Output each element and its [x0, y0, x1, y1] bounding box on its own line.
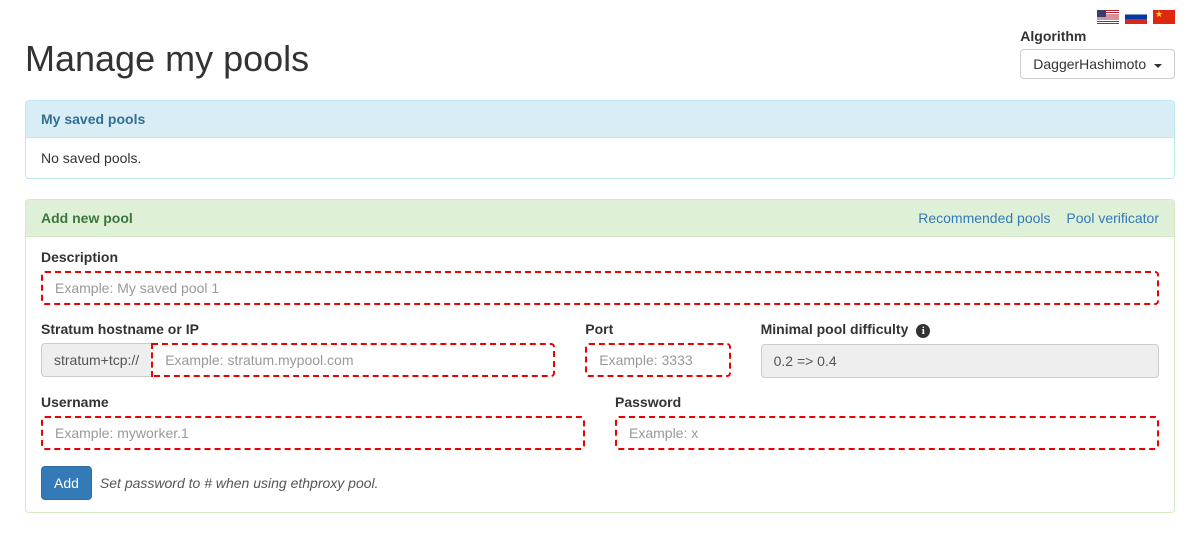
password-help-text: Set password to # when using ethproxy po…: [100, 475, 379, 491]
port-input[interactable]: [585, 343, 730, 377]
flag-ru-icon[interactable]: [1125, 10, 1147, 24]
add-pool-panel: Add new pool Recommended pools Pool veri…: [25, 199, 1175, 513]
hostname-prefix: stratum+tcp://: [41, 343, 151, 377]
port-label: Port: [585, 321, 730, 337]
difficulty-label: Minimal pool difficulty i: [761, 321, 1159, 338]
algorithm-dropdown[interactable]: DaggerHashimoto: [1020, 49, 1175, 79]
algorithm-selected-value: DaggerHashimoto: [1033, 56, 1146, 72]
saved-pools-body: No saved pools.: [26, 138, 1174, 178]
add-button[interactable]: Add: [41, 466, 92, 500]
recommended-pools-link[interactable]: Recommended pools: [918, 210, 1050, 226]
saved-pools-heading: My saved pools: [26, 101, 1174, 138]
add-pool-links: Recommended pools Pool verificator: [906, 210, 1159, 226]
page-title: Manage my pools: [25, 38, 309, 80]
difficulty-input: [761, 344, 1159, 378]
info-icon[interactable]: i: [916, 324, 930, 338]
saved-pools-empty-text: No saved pools.: [41, 150, 141, 166]
description-input[interactable]: [41, 271, 1159, 305]
hostname-input-group: stratum+tcp://: [41, 343, 555, 377]
chevron-down-icon: [1154, 64, 1162, 68]
algorithm-selector-box: Algorithm DaggerHashimoto: [1020, 28, 1175, 79]
username-label: Username: [41, 394, 585, 410]
password-label: Password: [615, 394, 1159, 410]
saved-pools-title: My saved pools: [41, 111, 145, 127]
hostname-input[interactable]: [151, 343, 555, 377]
add-pool-body: Description Stratum hostname or IP strat…: [26, 237, 1174, 512]
add-pool-heading: Add new pool Recommended pools Pool veri…: [26, 200, 1174, 237]
algorithm-label: Algorithm: [1020, 28, 1175, 44]
flag-cn-icon[interactable]: [1153, 10, 1175, 24]
saved-pools-panel: My saved pools No saved pools.: [25, 100, 1175, 179]
flag-us-icon[interactable]: [1097, 10, 1119, 24]
hostname-label: Stratum hostname or IP: [41, 321, 555, 337]
language-flags: [25, 0, 1175, 28]
password-input[interactable]: [615, 416, 1159, 450]
description-label: Description: [41, 249, 1159, 265]
username-input[interactable]: [41, 416, 585, 450]
pool-verificator-link[interactable]: Pool verificator: [1066, 210, 1159, 226]
add-pool-title: Add new pool: [41, 210, 133, 226]
